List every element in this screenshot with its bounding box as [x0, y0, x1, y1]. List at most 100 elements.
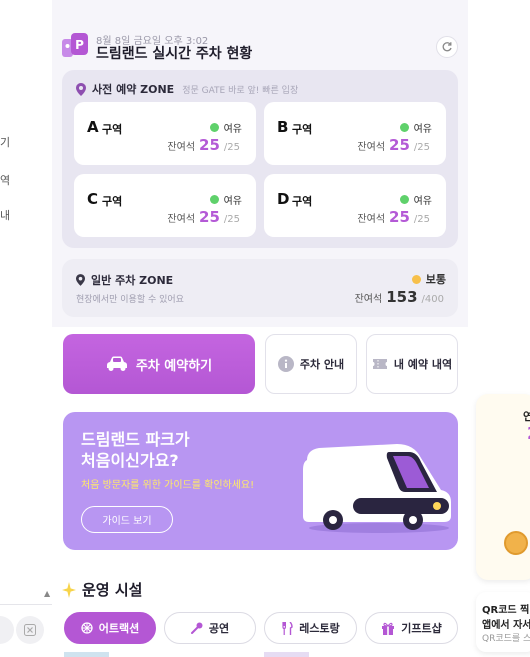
left-sidebar: 기 역 내 ▲: [0, 0, 52, 657]
status-badge: 보통: [411, 271, 446, 287]
microphone-icon: [190, 622, 203, 634]
general-zone-header: 일반 주차 ZONE: [76, 272, 173, 288]
tab-label: 기프트샵: [401, 622, 442, 635]
status-badge: 여유: [209, 120, 242, 135]
tab-performance[interactable]: 공연: [164, 612, 256, 644]
zone-card-c[interactable]: C 구역 여유 잔여석 25/25: [74, 174, 256, 237]
utensils-icon: [282, 621, 293, 635]
parking-status-panel: P 8월 8일 금요일 오후 3:02 드림랜드 실시간 주차 현황 사전 예약…: [52, 0, 468, 327]
status-badge: 여유: [209, 192, 242, 207]
ticket-icon: [372, 359, 387, 369]
zone-letter: C: [87, 190, 99, 208]
coin-icon: [504, 531, 528, 555]
status-dot: [399, 123, 409, 132]
refresh-button[interactable]: [436, 36, 458, 58]
van-illustration-icon: [303, 444, 451, 533]
general-zone-description: 현장에서만 이용할 수 있어요: [76, 295, 184, 305]
thumbnail-strip: [64, 652, 109, 657]
status-badge: 여유: [399, 120, 432, 135]
zone-letter: D: [277, 190, 290, 208]
tab-label: 어트랙션: [98, 622, 140, 635]
tab-attraction[interactable]: 어트랙션: [64, 612, 156, 644]
location-pin-icon: [76, 82, 86, 96]
qr-card-line2: 앱에서 자서: [482, 620, 530, 631]
zone-suffix: 구역: [292, 123, 313, 136]
info-icon: [277, 356, 294, 372]
seats-value: 25: [389, 208, 410, 226]
gift-icon: [382, 622, 395, 635]
tab-label: 공연: [208, 622, 230, 635]
car-icon: [106, 356, 127, 371]
seat-count: 잔여석 153/400: [355, 288, 444, 306]
zone-card-a[interactable]: A 구역 여유 잔여석 25/25: [74, 102, 256, 165]
parking-info-label: 주차 안내: [299, 358, 345, 371]
banner-title-line1: 드림랜드 파크가: [81, 430, 190, 449]
seats-total: /400: [421, 294, 444, 305]
banner-title: 드림랜드 파크가 처음이신가요?: [81, 429, 190, 471]
seat-count: 잔여석 25/25: [357, 136, 430, 154]
seats-value: 25: [199, 136, 220, 154]
annual-pass-card[interactable]: 연간 2: [476, 394, 530, 580]
seats-total: /25: [413, 214, 430, 225]
seats-total: /25: [223, 142, 240, 153]
sidebar-divider: [0, 604, 52, 605]
thumbnail-strip: [264, 652, 309, 657]
parking-info-button[interactable]: 주차 안내: [265, 334, 357, 394]
sidebar-item-3[interactable]: 내: [0, 207, 10, 223]
seats-label: 잔여석: [167, 214, 196, 225]
guide-button[interactable]: 가이드 보기: [81, 506, 173, 533]
seats-total: /25: [223, 214, 240, 225]
status-label: 여유: [413, 124, 432, 135]
status-dot: [209, 123, 219, 132]
reserve-zone-header: 사전 예약 ZONE 정문 GATE 바로 앞! 빠른 입장: [76, 81, 298, 97]
seats-label: 잔여석: [357, 214, 386, 225]
qr-card-line1: QR코드 찍: [482, 605, 530, 616]
status-label: 여유: [223, 124, 242, 135]
sparkle-icon: [62, 581, 76, 598]
close-square-icon[interactable]: [16, 616, 44, 644]
tab-restaurant[interactable]: 레스토랑: [264, 612, 357, 644]
zone-card-d[interactable]: D 구역 여유 잔여석 25/25: [264, 174, 446, 237]
status-dot: [399, 195, 409, 204]
tab-giftshop[interactable]: 기프트샵: [365, 612, 458, 644]
annual-card-title: 연간: [523, 410, 530, 423]
seat-count: 잔여석 25/25: [167, 136, 240, 154]
circle-button-icon[interactable]: [0, 616, 14, 644]
status-label: 보통: [425, 273, 446, 286]
zone-letter: B: [277, 118, 289, 136]
parking-logo-icon: P: [62, 33, 88, 57]
svg-text:P: P: [75, 38, 84, 52]
zone-letter: A: [87, 118, 99, 136]
reserve-parking-button[interactable]: 주차 예약하기: [63, 334, 255, 394]
seats-value: 153: [386, 288, 418, 306]
status-badge: 여유: [399, 192, 432, 207]
banner-subtitle: 처음 방문자를 위한 가이드를 확인하세요!: [81, 480, 255, 491]
seats-value: 25: [199, 208, 220, 226]
seats-total: /25: [413, 142, 430, 153]
main-content: P 8월 8일 금요일 오후 3:02 드림랜드 실시간 주차 현황 사전 예약…: [52, 0, 468, 657]
general-zone-name: 일반 주차 ZONE: [91, 274, 174, 287]
facilities-header: 운영 시설: [62, 579, 142, 600]
page-title: 드림랜드 실시간 주차 현황: [96, 46, 253, 62]
scroll-up-icon[interactable]: ▲: [44, 589, 50, 598]
zone-suffix: 구역: [292, 195, 313, 208]
location-pin-icon: [76, 274, 85, 286]
tab-label: 레스토랑: [299, 622, 340, 635]
status-label: 여유: [413, 196, 432, 207]
sidebar-item-1[interactable]: 기: [0, 134, 10, 150]
zone-suffix: 구역: [102, 123, 123, 136]
seat-count: 잔여석 25/25: [167, 208, 240, 226]
qr-card[interactable]: QR코드 찍 앱에서 자서 QR코드를 스: [476, 592, 530, 652]
general-zone[interactable]: 일반 주차 ZONE 현장에서만 이용할 수 있어요 보통 잔여석 153/400: [62, 259, 458, 317]
status-dot: [411, 274, 421, 284]
facilities-title: 운영 시설: [82, 581, 143, 599]
zone-card-b[interactable]: B 구역 여유 잔여석 25/25: [264, 102, 446, 165]
qr-card-line3: QR코드를 스: [482, 634, 530, 644]
first-visit-banner[interactable]: 드림랜드 파크가 처음이신가요? 처음 방문자를 위한 가이드를 확인하세요! …: [63, 412, 458, 550]
my-reservations-button[interactable]: 내 예약 내역: [366, 334, 458, 394]
banner-title-line2: 처음이신가요?: [81, 451, 179, 470]
reserve-zone: 사전 예약 ZONE 정문 GATE 바로 앞! 빠른 입장 A 구역 여유 잔…: [62, 70, 458, 248]
seats-label: 잔여석: [354, 294, 383, 305]
sidebar-item-2[interactable]: 역: [0, 172, 10, 188]
reserve-parking-label: 주차 예약하기: [135, 358, 213, 374]
